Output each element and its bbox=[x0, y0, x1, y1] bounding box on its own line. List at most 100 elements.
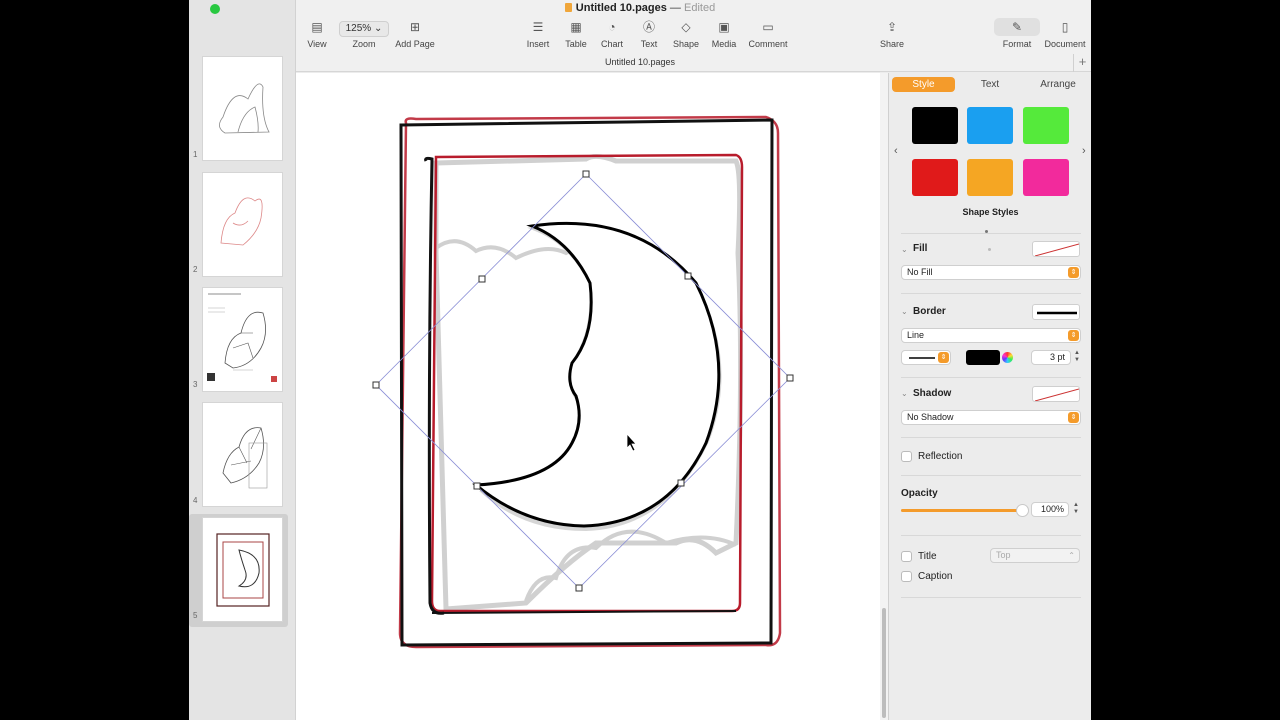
media-button[interactable]: ▣ Media bbox=[708, 18, 740, 52]
page-thumbnail-4[interactable] bbox=[202, 402, 283, 507]
pink-flower-thumbnail bbox=[220, 197, 263, 246]
style-swatch-black[interactable] bbox=[912, 107, 958, 144]
title-checkbox[interactable] bbox=[901, 551, 912, 562]
chart-label: Chart bbox=[600, 39, 623, 49]
divider bbox=[901, 293, 1081, 294]
border-label: Border bbox=[913, 306, 946, 317]
text-label: Text bbox=[640, 39, 658, 49]
document-button[interactable]: ▯ Document bbox=[1041, 18, 1089, 52]
edited-status: Edited bbox=[684, 2, 716, 14]
add-page-button[interactable]: ⊞ Add Page bbox=[393, 18, 437, 52]
zoom-popup[interactable]: 125% ⌄ bbox=[338, 21, 390, 37]
border-type-popup[interactable]: Line ⇕ bbox=[901, 328, 1081, 343]
media-label: Media bbox=[711, 39, 737, 49]
tab-text[interactable]: Text bbox=[961, 77, 1019, 92]
pattern-sheet-thumbnail bbox=[207, 293, 277, 382]
scrollbar-thumb[interactable] bbox=[882, 608, 886, 718]
style-swatch-orange[interactable] bbox=[967, 159, 1013, 196]
table-icon: ▦ bbox=[570, 20, 582, 34]
page-dots[interactable] bbox=[985, 220, 997, 251]
style-swatch-red[interactable] bbox=[912, 159, 958, 196]
style-swatch-blue[interactable] bbox=[967, 107, 1013, 144]
insert-button[interactable]: ☰ Insert bbox=[523, 18, 553, 52]
shadow-well[interactable] bbox=[1032, 386, 1080, 402]
divider bbox=[901, 535, 1081, 536]
text-button[interactable]: Ⓐ Text bbox=[634, 18, 664, 52]
page-thumbnail-3[interactable] bbox=[202, 287, 283, 392]
title-position-popup[interactable]: Top ⌃ bbox=[990, 548, 1080, 563]
canvas-scrollbar[interactable] bbox=[880, 73, 888, 720]
page-number-4: 4 bbox=[193, 496, 198, 505]
border-style-well[interactable] bbox=[1032, 304, 1080, 320]
window-title: Untitled 10.pages — Edited bbox=[189, 2, 1091, 14]
divider bbox=[901, 475, 1081, 476]
zoom-value: 125% bbox=[345, 23, 372, 34]
comment-button[interactable]: ▭ Comment bbox=[745, 18, 791, 52]
fill-label: Fill bbox=[913, 243, 928, 254]
border-width-value: 3 pt bbox=[1049, 352, 1065, 362]
comment-label: Comment bbox=[748, 39, 788, 49]
opacity-slider[interactable] bbox=[901, 504, 1029, 517]
chart-button[interactable]: ◔ Chart bbox=[597, 18, 627, 52]
page-number-3: 3 bbox=[193, 380, 198, 389]
chevron-right-icon[interactable]: › bbox=[1082, 145, 1086, 157]
caption-label: Caption bbox=[918, 571, 953, 582]
share-label: Share bbox=[879, 39, 905, 49]
divider bbox=[901, 377, 1081, 378]
add-page-label: Add Page bbox=[395, 39, 435, 49]
opacity-field[interactable]: 100% bbox=[1031, 502, 1069, 517]
tab-style[interactable]: Style bbox=[892, 77, 955, 92]
reflection-label: Reflection bbox=[918, 451, 963, 462]
style-swatch-pink[interactable] bbox=[1023, 159, 1069, 196]
caption-checkbox[interactable] bbox=[901, 571, 912, 582]
border-type-value: Line bbox=[907, 330, 925, 340]
document-canvas[interactable] bbox=[296, 73, 881, 720]
line-style-popup[interactable]: ⇕ bbox=[901, 350, 951, 365]
zoom-button[interactable]: 125% ⌄ Zoom bbox=[336, 18, 392, 52]
zoom-label: Zoom bbox=[352, 39, 376, 49]
opacity-stepper[interactable]: ▲ ▼ bbox=[1072, 502, 1080, 516]
shape-icon: ◇ bbox=[681, 20, 691, 34]
opacity-slider-knob[interactable] bbox=[1016, 504, 1029, 517]
border-color-well[interactable] bbox=[966, 350, 1000, 365]
shape-button[interactable]: ◇ Shape bbox=[669, 18, 703, 52]
comment-icon: ▭ bbox=[762, 20, 774, 34]
table-button[interactable]: ▦ Table bbox=[561, 18, 591, 52]
flower-outline-thumbnail bbox=[222, 427, 268, 489]
fill-type-popup[interactable]: No Fill ⇕ bbox=[901, 265, 1081, 280]
pages-window: Untitled 10.pages — Edited ▤ View 125% ⌄… bbox=[189, 0, 1091, 720]
shadow-label: Shadow bbox=[913, 388, 952, 399]
title-position-value: Top bbox=[996, 550, 1011, 560]
stepper-arrows-icon: ⇕ bbox=[938, 352, 949, 363]
border-width-stepper[interactable]: ▲ ▼ bbox=[1073, 350, 1081, 364]
add-tab-button[interactable]: + bbox=[1073, 54, 1091, 72]
share-icon: ⇪ bbox=[886, 20, 898, 34]
fill-color-well[interactable] bbox=[1032, 241, 1080, 257]
chevron-down-icon[interactable]: ⌄ bbox=[901, 389, 908, 398]
page-thumbnail-5[interactable] bbox=[202, 517, 283, 622]
chevron-down-icon[interactable]: ⌄ bbox=[901, 307, 908, 316]
color-wheel-icon[interactable] bbox=[1002, 352, 1013, 363]
border-width-field[interactable]: 3 pt bbox=[1031, 350, 1071, 365]
tab-arrange[interactable]: Arrange bbox=[1027, 77, 1089, 92]
page-thumbnail-2[interactable] bbox=[202, 172, 283, 277]
reflection-checkbox[interactable] bbox=[901, 451, 912, 462]
divider bbox=[901, 437, 1081, 438]
flower-sketch-thumbnail bbox=[219, 83, 270, 134]
chevron-left-icon[interactable]: ‹ bbox=[894, 145, 898, 157]
file-tab[interactable]: Untitled 10.pages bbox=[189, 57, 1091, 67]
shadow-type-popup[interactable]: No Shadow ⇕ bbox=[901, 410, 1081, 425]
format-button[interactable]: ✎ Format bbox=[994, 18, 1040, 52]
zoom-window-button[interactable] bbox=[210, 4, 220, 14]
share-button[interactable]: ⇪ Share bbox=[877, 18, 907, 52]
chevron-down-icon[interactable]: ⌄ bbox=[901, 245, 908, 254]
moon-card-thumbnail bbox=[216, 533, 270, 607]
view-button[interactable]: ▤ View bbox=[301, 18, 333, 52]
table-label: Table bbox=[565, 39, 587, 49]
shadow-type-value: No Shadow bbox=[907, 412, 954, 422]
document-title: Untitled 10.pages bbox=[575, 2, 667, 14]
page-thumbnail-1[interactable] bbox=[202, 56, 283, 161]
paintbrush-icon: ✎ bbox=[994, 18, 1040, 36]
sidebar-icon: ▤ bbox=[311, 20, 323, 34]
style-swatch-green[interactable] bbox=[1023, 107, 1069, 144]
